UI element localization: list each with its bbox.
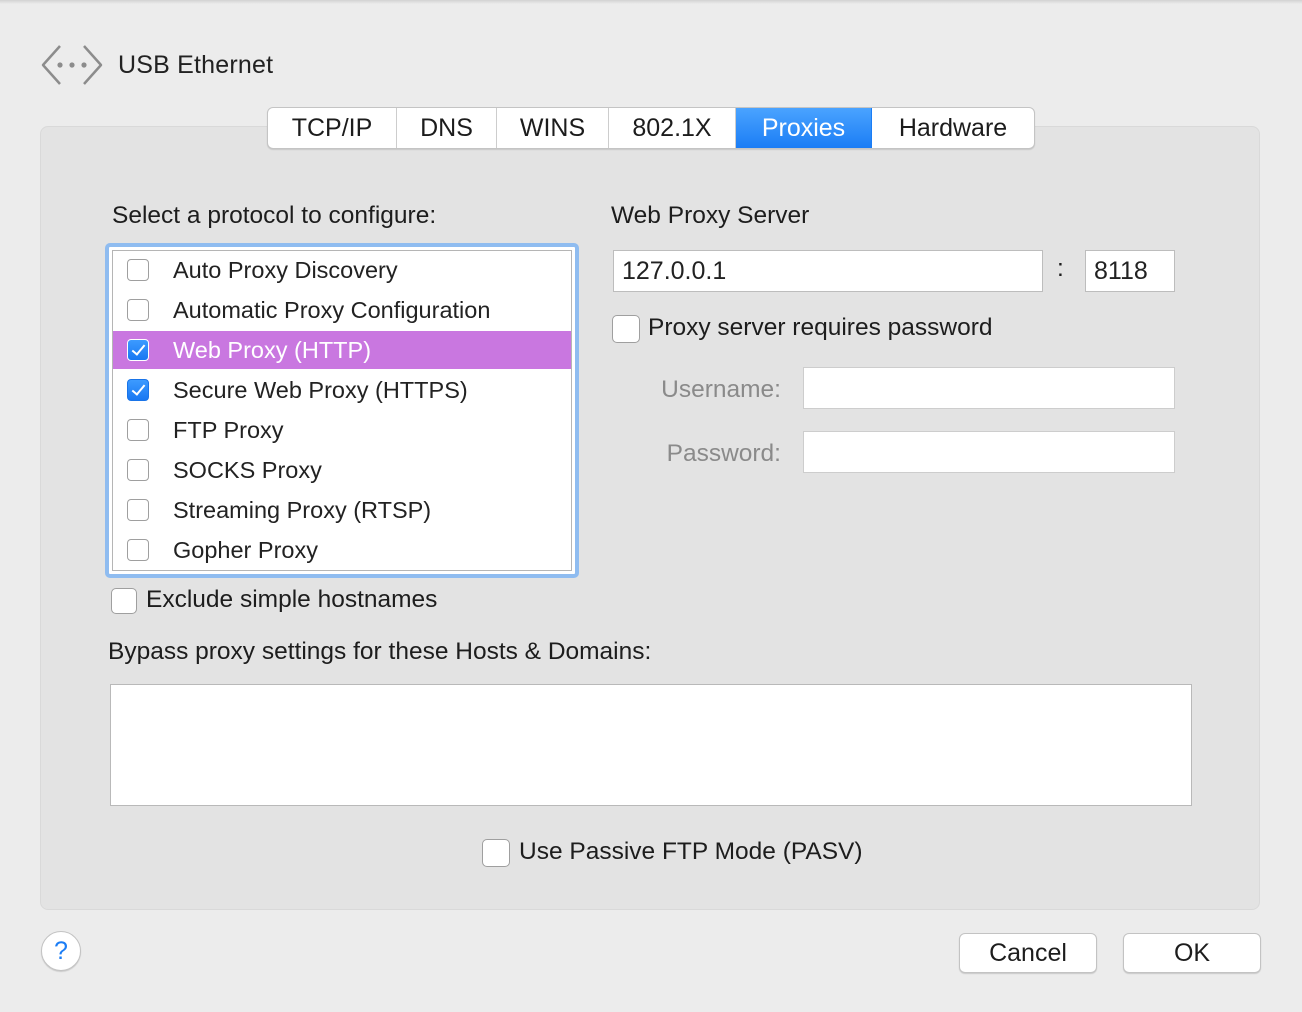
protocol-checkbox[interactable] (127, 459, 149, 481)
protocol-checkbox[interactable] (127, 379, 149, 401)
protocol-row-gopher-proxy[interactable]: Gopher Proxy (113, 531, 571, 569)
proxy-host-input[interactable]: 127.0.0.1 (613, 250, 1043, 292)
bypass-hosts-textarea[interactable] (110, 684, 1192, 806)
protocol-label: Automatic Proxy Configuration (173, 296, 491, 323)
username-input[interactable] (803, 367, 1175, 409)
bypass-label: Bypass proxy settings for these Hosts & … (108, 638, 652, 665)
protocol-checkbox[interactable] (127, 299, 149, 321)
requires-password-label: Proxy server requires password (648, 314, 993, 341)
tab-hardware[interactable]: Hardware (872, 108, 1034, 148)
tab-tcpip[interactable]: TCP/IP (268, 108, 397, 148)
tab-dns[interactable]: DNS (397, 108, 497, 148)
interface-title: USB Ethernet (118, 50, 274, 79)
passive-ftp-checkbox[interactable] (482, 839, 510, 867)
requires-password-checkbox[interactable] (612, 315, 640, 343)
exclude-simple-hostnames-label: Exclude simple hostnames (146, 586, 438, 613)
protocol-row-auto-config[interactable]: Automatic Proxy Configuration (113, 291, 571, 329)
interface-header: USB Ethernet (40, 42, 273, 88)
protocol-label: SOCKS Proxy (173, 456, 322, 483)
proxy-port-input[interactable]: 8118 (1085, 250, 1175, 292)
help-button[interactable]: ? (41, 931, 81, 971)
tab-8021x[interactable]: 802.1X (609, 108, 736, 148)
protocol-row-secure-web-proxy[interactable]: Secure Web Proxy (HTTPS) (113, 371, 571, 409)
protocol-label: Web Proxy (HTTP) (173, 336, 372, 363)
protocol-checkbox[interactable] (127, 339, 149, 361)
protocol-checkbox[interactable] (127, 259, 149, 281)
protocol-row-auto-discovery[interactable]: Auto Proxy Discovery (113, 251, 571, 289)
protocol-checkbox[interactable] (127, 419, 149, 441)
cancel-button[interactable]: Cancel (959, 933, 1097, 973)
proxy-server-heading: Web Proxy Server (611, 202, 810, 229)
protocol-row-web-proxy[interactable]: Web Proxy (HTTP) (113, 331, 571, 369)
username-label: Username: (661, 376, 781, 403)
protocol-label: Streaming Proxy (RTSP) (173, 496, 432, 523)
protocol-checkbox[interactable] (127, 539, 149, 561)
protocol-row-socks-proxy[interactable]: SOCKS Proxy (113, 451, 571, 489)
protocol-list-heading: Select a protocol to configure: (112, 202, 437, 229)
password-label: Password: (666, 440, 781, 467)
protocol-row-ftp-proxy[interactable]: FTP Proxy (113, 411, 571, 449)
protocol-checkbox[interactable] (127, 499, 149, 521)
protocol-label: Gopher Proxy (173, 536, 318, 563)
protocol-label: Secure Web Proxy (HTTPS) (173, 376, 468, 403)
protocol-row-streaming-proxy[interactable]: Streaming Proxy (RTSP) (113, 491, 571, 529)
ok-button[interactable]: OK (1123, 933, 1261, 973)
tab-wins[interactable]: WINS (497, 108, 609, 148)
tab-bar: TCP/IP DNS WINS 802.1X Proxies Hardware (267, 107, 1035, 149)
exclude-simple-hostnames-checkbox[interactable] (111, 588, 137, 614)
tab-proxies[interactable]: Proxies (736, 108, 872, 148)
network-interface-icon (41, 45, 103, 85)
password-input[interactable] (803, 431, 1175, 473)
passive-ftp-label: Use Passive FTP Mode (PASV) (519, 838, 863, 865)
window-top-edge (0, 0, 1302, 4)
protocol-label: Auto Proxy Discovery (173, 256, 398, 283)
protocol-label: FTP Proxy (173, 416, 284, 443)
protocol-list[interactable]: Auto Proxy Discovery Automatic Proxy Con… (112, 250, 572, 571)
host-port-separator: : (1057, 255, 1064, 282)
